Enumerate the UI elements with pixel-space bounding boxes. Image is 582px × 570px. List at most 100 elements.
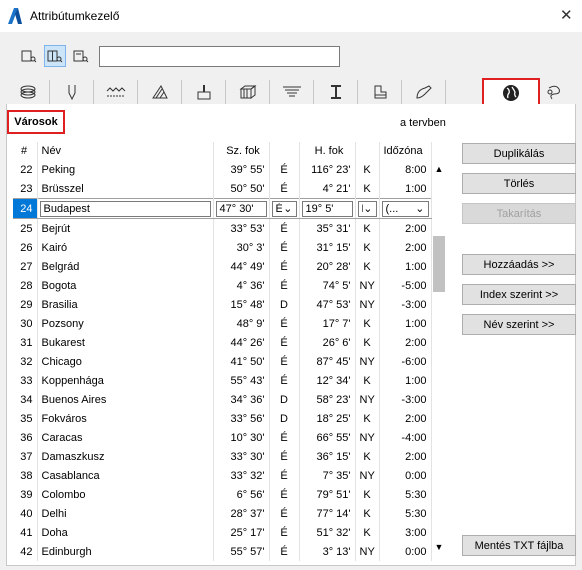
table-row[interactable]: 32 Chicago 41° 50' É 87° 45' NY -6:00 [13, 352, 432, 371]
row-tz: 2:00 [379, 447, 432, 466]
table-row[interactable]: 27 Belgrád 44° 49' É 20° 28' K 1:00 [13, 257, 432, 276]
row-ew: K [355, 409, 380, 428]
row-name-input[interactable]: Budapest [37, 198, 214, 219]
table-row[interactable]: 28 Bogota 4° 36' É 74° 5' NY -5:00 [13, 276, 432, 295]
row-tz: 0:00 [379, 542, 432, 561]
table-row[interactable]: 22 Peking 39° 55' É 116° 23' K 8:00 [13, 160, 432, 179]
tab-profiles[interactable] [314, 80, 358, 104]
tab-line-types[interactable] [94, 80, 138, 104]
col-lon[interactable]: H. fok [299, 142, 356, 160]
scrollbar-thumb[interactable] [433, 236, 445, 292]
row-index: 40 [13, 504, 38, 523]
row-ew: K [355, 314, 380, 333]
row-tz: 2:00 [379, 238, 432, 257]
row-ew: NY [355, 542, 380, 561]
row-lon: 58° 23' [299, 390, 356, 409]
row-ns: É [269, 466, 300, 485]
row-lon: 19° 5' [305, 202, 334, 215]
row-name: Casablanca [37, 466, 214, 485]
row-lat: 6° 56' [213, 485, 270, 504]
add-by-index-button[interactable]: Index szerint >> [462, 284, 576, 305]
col-name[interactable]: Név [37, 142, 214, 160]
purge-button[interactable]: Takarítás [462, 203, 576, 224]
tab-fills[interactable] [138, 80, 182, 104]
row-lon: 51° 32' [299, 523, 356, 542]
tab-zones[interactable] [270, 80, 314, 104]
col-index[interactable]: # [13, 142, 38, 160]
table-row[interactable]: 34 Buenos Aires 34° 36' D 58° 23' NY -3:00 [13, 390, 432, 409]
table-row[interactable]: 25 Bejrút 33° 53' É 35° 31' K 2:00 [13, 218, 432, 238]
row-name: Bejrút [37, 218, 214, 238]
col-ew[interactable] [355, 142, 380, 160]
row-lat: 34° 36' [213, 390, 270, 409]
table-row[interactable]: 26 Kairó 30° 3' É 31° 15' K 2:00 [13, 238, 432, 257]
window-title: Attribútumkezelő [30, 9, 120, 23]
row-tz-select[interactable]: (... ⌄ [379, 198, 432, 219]
row-lon-input[interactable]: 19° 5' [299, 198, 356, 219]
row-ew-select[interactable]: K⌄ [355, 198, 380, 219]
add-button[interactable]: Hozzáadás >> [462, 254, 576, 275]
row-ns: É [269, 523, 300, 542]
row-index: 25 [13, 218, 38, 238]
view-split-button[interactable] [44, 45, 66, 67]
table-row[interactable]: 30 Pozsony 48° 9' É 17° 7' K 1:00 [13, 314, 432, 333]
scope-label: a tervben [400, 117, 446, 129]
row-tz: 1:00 [379, 314, 432, 333]
table-row[interactable]: 29 Brasilia 15° 48' D 47° 53' NY -3:00 [13, 295, 432, 314]
table-row[interactable]: 36 Caracas 10° 30' É 66° 55' NY -4:00 [13, 428, 432, 447]
delete-button[interactable]: Törlés [462, 173, 576, 194]
tab-paint[interactable] [182, 80, 226, 104]
row-tz: 5:30 [379, 485, 432, 504]
row-lat: 30° 3' [213, 238, 270, 257]
table-row[interactable]: 42 Edinburgh 55° 57' É 3° 13' NY 0:00 [13, 542, 432, 561]
row-index: 37 [13, 447, 38, 466]
col-ns[interactable] [269, 142, 300, 160]
chevron-down-icon: ⌄ [283, 203, 293, 215]
duplicate-button[interactable]: Duplikálás [462, 143, 576, 164]
row-ns: É [269, 485, 300, 504]
row-ew: K [355, 485, 380, 504]
table-row[interactable]: 40 Delhi 28° 37' É 77° 14' K 5:30 [13, 504, 432, 523]
tab-building-materials[interactable] [358, 80, 402, 104]
row-index: 27 [13, 257, 38, 276]
add-by-name-button[interactable]: Név szerint >> [462, 314, 576, 335]
row-lon: 35° 31' [299, 218, 356, 238]
tab-layers[interactable] [6, 80, 50, 104]
row-name: Caracas [37, 428, 214, 447]
tab-composites[interactable] [226, 80, 270, 104]
table-row[interactable]: 37 Damaszkusz 33° 30' É 36° 15' K 2:00 [13, 447, 432, 466]
paint-icon [197, 85, 210, 100]
row-name: Fokváros [37, 409, 214, 428]
scroll-up-icon[interactable]: ▲ [432, 162, 446, 176]
row-ew: K [355, 504, 380, 523]
row-index: 39 [13, 485, 38, 504]
composite-icon [239, 85, 256, 99]
row-ns-select[interactable]: É⌄ [269, 198, 300, 219]
table-row[interactable]: 31 Bukarest 44° 26' É 26° 6' K 2:00 [13, 333, 432, 352]
row-lat-input[interactable]: 47° 30' [213, 198, 270, 219]
row-ew: NY [355, 352, 380, 371]
table-row[interactable]: 23 Brüsszel 50° 50' É 4° 21' K 1:00 [13, 179, 432, 199]
table-row[interactable]: 41 Doha 25° 17' É 51° 32' K 3:00 [13, 523, 432, 542]
tab-pens[interactable] [50, 80, 94, 104]
table-row[interactable]: 39 Colombo 6° 56' É 79° 51' K 5:30 [13, 485, 432, 504]
view-detail-button[interactable] [70, 45, 92, 67]
row-lat: 33° 32' [213, 466, 270, 485]
row-lat: 28° 37' [213, 504, 270, 523]
save-txt-button[interactable]: Mentés TXT fájlba [462, 535, 576, 556]
table-row[interactable]: 38 Casablanca 33° 32' É 7° 35' NY 0:00 [13, 466, 432, 485]
table-row[interactable]: 24Budapest47° 30'É⌄19° 5'K⌄(...⌄ [13, 198, 432, 219]
split-view-icon [47, 50, 63, 63]
col-lat[interactable]: Sz. fok [213, 142, 270, 160]
tab-mep[interactable] [540, 80, 570, 104]
view-list-button[interactable] [18, 45, 40, 67]
tab-surfaces[interactable] [402, 80, 446, 104]
table-row[interactable]: 33 Koppenhága 55° 43' É 12° 34' K 1:00 [13, 371, 432, 390]
search-input[interactable] [99, 46, 340, 67]
table-row[interactable]: 35 Fokváros 33° 56' D 18° 25' K 2:00 [13, 409, 432, 428]
scroll-down-icon[interactable]: ▼ [432, 540, 446, 554]
row-ns: É [269, 428, 300, 447]
fill-icon [151, 85, 168, 99]
close-icon[interactable]: ✕ [560, 6, 573, 24]
col-tz[interactable]: Időzóna [379, 142, 432, 160]
